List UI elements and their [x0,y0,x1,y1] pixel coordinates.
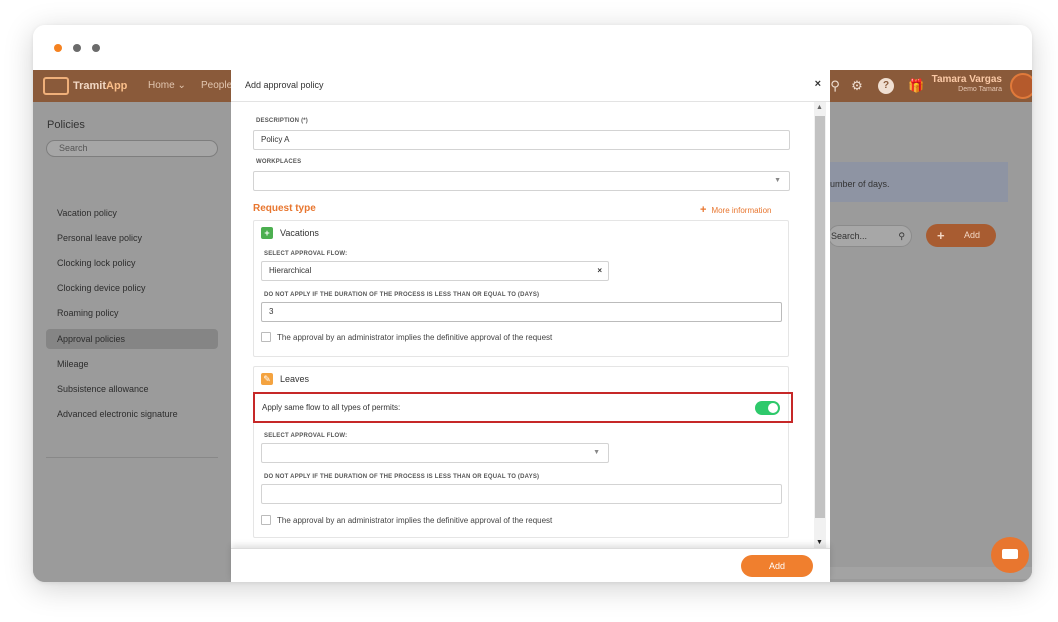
sidebar-item-subsistence-allowance[interactable]: Subsistence allowance [46,379,218,399]
sidebar-item-approval-policies[interactable]: Approval policies [46,329,218,349]
logo-text-prefix: Tramit [73,80,107,92]
vacations-header: + Vacations [261,227,319,239]
leaves-duration-input[interactable] [261,484,782,504]
window-dot-gray[interactable] [73,44,81,52]
chevron-down-icon: ▼ [593,449,600,456]
nav-people-link[interactable]: People [201,80,232,91]
leaves-duration-label: DO NOT APPLY IF THE DURATION OF THE PROC… [264,474,540,480]
search-icon: ⚲ [898,231,905,241]
workplaces-select[interactable]: ▼ [253,171,790,191]
policies-sidebar: Policies Search Vacation policy Personal… [33,102,231,582]
sidebar-item-mileage[interactable]: Mileage [46,354,218,374]
browser-titlebar [33,25,1032,70]
background-add-button[interactable]: + Add [926,224,996,247]
user-company: Demo Tamara [958,86,1002,93]
description-field[interactable]: Policy A [253,130,790,150]
chevron-down-icon: ▼ [774,177,781,184]
leaves-header: ✎ Leaves [261,373,309,385]
leaves-flow-label: SELECT APPROVAL FLOW: [264,433,348,439]
modal-scrollbar[interactable]: ▲ ▼ [814,102,826,548]
background-info-banner: umber of days. [828,162,1008,202]
sidebar-item-roaming-policy[interactable]: Roaming policy [46,303,218,323]
sidebar-item-advanced-electronic-signature[interactable]: Advanced electronic signature [46,404,218,424]
vacations-flow-select[interactable]: Hierarchical × [261,261,609,281]
vacations-flow-value: Hierarchical [269,266,312,275]
help-icon[interactable]: ? [878,78,894,94]
nav-home-link[interactable]: Home ⌄ [148,80,186,91]
background-add-label: Add [964,230,981,240]
plus-icon: + [700,204,707,216]
user-name: Tamara Vargas [931,74,1002,85]
vacations-icon: + [261,227,273,239]
vacations-duration-input[interactable]: 3 [261,302,782,322]
same-flow-highlight: Apply same flow to all types of permits: [253,392,793,423]
window-dot-gray[interactable] [92,44,100,52]
background-search-input[interactable]: Search... ⚲ [828,225,912,247]
modal-header: Add approval policy × [231,70,830,102]
same-flow-label: Apply same flow to all types of permits: [262,403,401,412]
leaves-admin-approval-label: The approval by an administrator implies… [277,515,553,525]
background-search-placeholder: Search... [831,231,868,241]
sidebar-item-clocking-lock-policy[interactable]: Clocking lock policy [46,253,218,273]
browser-window: Tramit App Home ⌄ People ⚲ ⚙ ? 🎁 Tamara V… [33,25,1032,582]
sidebar-title: Policies [47,119,85,131]
leaves-flow-select[interactable]: ▼ [261,443,609,463]
scroll-up-icon[interactable]: ▲ [816,104,823,111]
vacations-duration-label: DO NOT APPLY IF THE DURATION OF THE PROC… [264,292,540,298]
checkbox-icon [261,332,271,342]
workplaces-label: WORKPLACES [256,159,302,165]
app-area: Tramit App Home ⌄ People ⚲ ⚙ ? 🎁 Tamara V… [33,70,1032,582]
leaves-admin-approval-checkbox[interactable]: The approval by an administrator implies… [261,515,552,525]
vacations-admin-approval-label: The approval by an administrator implies… [277,332,553,342]
gear-icon[interactable]: ⚙ [849,78,865,94]
request-type-title: Request type [253,203,316,214]
modal-title: Add approval policy [245,80,324,90]
vacations-flow-label: SELECT APPROVAL FLOW: [264,251,348,257]
more-information-link[interactable]: + More information [700,204,771,216]
description-label: DESCRIPTION (*) [256,118,309,124]
add-button[interactable]: Add [741,555,813,577]
vacations-title: Vacations [280,228,319,238]
plus-icon: + [937,228,945,243]
window-dot-orange[interactable] [54,44,62,52]
same-flow-toggle[interactable] [755,401,780,415]
modal-body: DESCRIPTION (*) Policy A WORKPLACES ▼ Re… [231,102,814,548]
gift-icon[interactable]: 🎁 [908,78,924,94]
checkbox-icon [261,515,271,525]
user-menu[interactable]: Tamara Vargas Demo Tamara [932,74,1002,93]
sidebar-item-clocking-device-policy[interactable]: Clocking device policy [46,278,218,298]
logo-text-suffix: App [106,80,128,92]
chat-icon[interactable] [991,537,1029,573]
tramitapp-logo[interactable]: Tramit App [43,76,127,96]
scroll-thumb[interactable] [815,116,825,518]
sidebar-item-vacation-policy[interactable]: Vacation policy [46,203,218,223]
sidebar-divider [46,457,218,458]
sidebar-item-personal-leave-policy[interactable]: Personal leave policy [46,228,218,248]
sidebar-search-input[interactable]: Search [46,140,218,157]
vacations-admin-approval-checkbox[interactable]: The approval by an administrator implies… [261,332,552,342]
toggle-knob [768,403,778,413]
scroll-down-icon[interactable]: ▼ [816,539,823,546]
leaves-title: Leaves [280,374,310,384]
avatar[interactable] [1010,73,1032,99]
close-icon[interactable]: × [815,78,821,90]
leaves-icon: ✎ [261,373,273,385]
add-approval-policy-modal: Add approval policy × DESCRIPTION (*) Po… [231,70,830,582]
more-information-label: More information [711,206,772,215]
modal-footer: Add [231,548,830,582]
clear-icon[interactable]: × [597,262,602,280]
logo-icon [43,77,69,95]
